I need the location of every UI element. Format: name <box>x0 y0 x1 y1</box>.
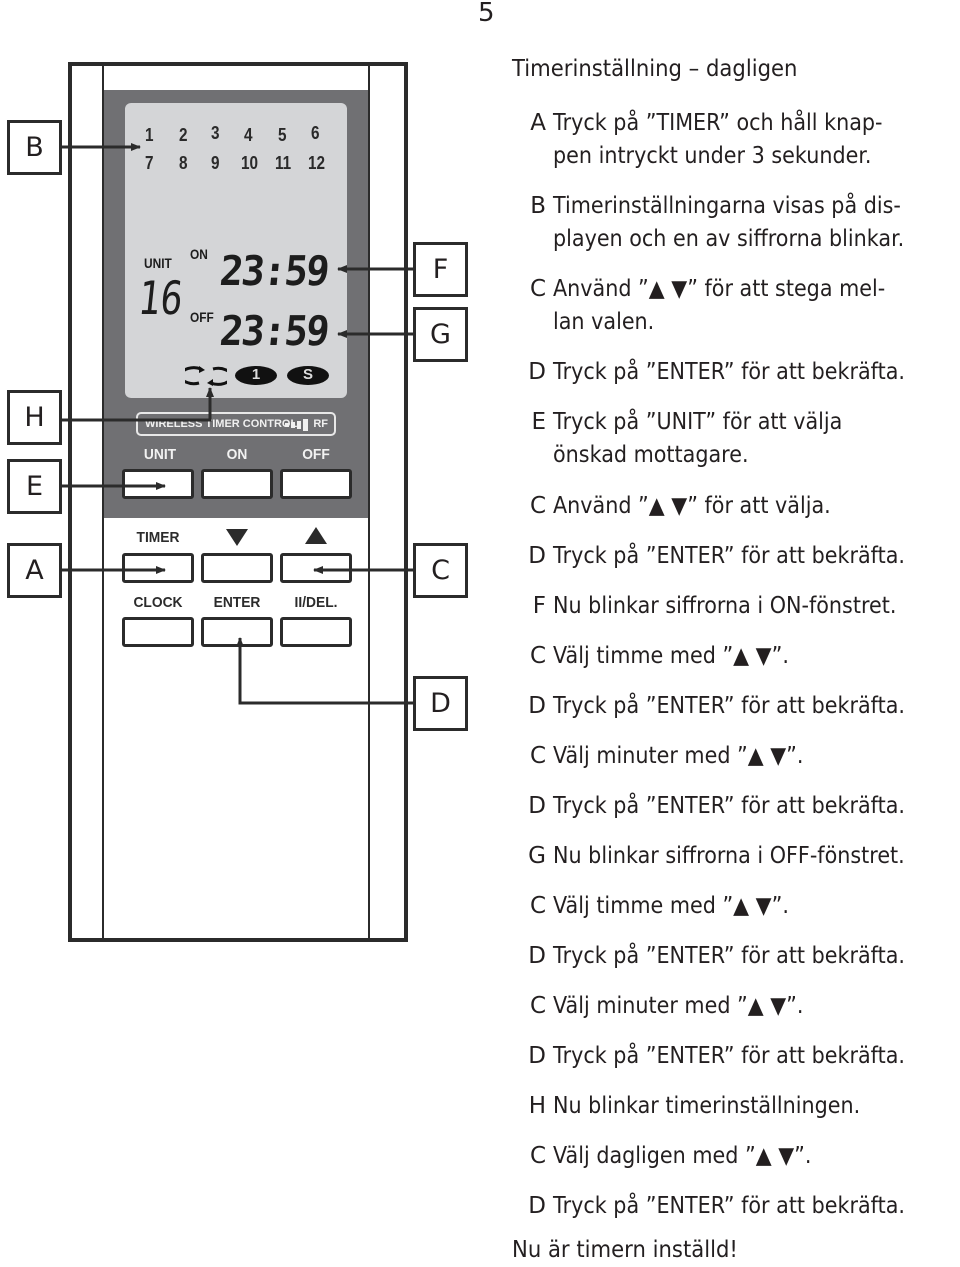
leader-d <box>236 637 414 705</box>
step-letter: C <box>529 276 546 302</box>
step-letter: C <box>529 743 546 769</box>
step-text: Nu blinkar siffrorna i ON-fönstret. <box>553 593 897 619</box>
leader-h <box>62 387 214 422</box>
callout-b: B <box>7 120 62 175</box>
step-letter: E <box>531 409 546 435</box>
step-text: Tryck på ”TIMER” och håll knap- <box>553 110 883 136</box>
callout-c: C <box>413 543 468 598</box>
step-text: Välj minuter med ”▲ ▼”. <box>553 993 804 1019</box>
step-letter: C <box>529 643 546 669</box>
step-text: Tryck på ”ENTER” för att bekräfta. <box>553 1043 905 1069</box>
step-text: Tryck på ”ENTER” för att bekräfta. <box>553 943 905 969</box>
step-text: Tryck på ”ENTER” för att bekräfta. <box>553 543 905 569</box>
callout-e: E <box>7 459 62 514</box>
callout-g: G <box>413 307 468 362</box>
step-text: Använd ”▲ ▼” för att välja. <box>553 493 831 519</box>
step-letter: D <box>528 693 546 719</box>
callout-f: F <box>413 242 468 297</box>
step-text: Nu blinkar siffrorna i OFF-fönstret. <box>553 843 905 869</box>
instructions-heading: Timerinställning – dagligen <box>512 56 798 82</box>
step-letter: C <box>529 493 546 519</box>
step-letter: F <box>532 593 546 619</box>
instructions-footer: Nu är timern inställd! <box>512 1237 738 1263</box>
callout-d: D <box>413 676 468 731</box>
step-letter: D <box>528 793 546 819</box>
step-letter: D <box>528 943 546 969</box>
step-letter: C <box>529 1143 546 1169</box>
callout-a: A <box>7 543 62 598</box>
step-letter: C <box>529 993 546 1019</box>
step-text: Nu blinkar timerinställningen. <box>553 1093 861 1119</box>
step-text: lan valen. <box>553 309 655 335</box>
step-text: pen intryckt under 3 sekunder. <box>553 143 872 169</box>
step-text: playen och en av siffrorna blinkar. <box>553 226 905 252</box>
step-text: Tryck på ”ENTER” för att bekräfta. <box>553 359 905 385</box>
step-text: Tryck på ”UNIT” för att välja <box>553 409 843 435</box>
step-text: Tryck på ”ENTER” för att bekräfta. <box>553 1193 905 1219</box>
step-text: Välj timme med ”▲ ▼”. <box>553 643 789 669</box>
step-text: önskad mottagare. <box>553 442 749 468</box>
step-letter: D <box>528 543 546 569</box>
step-text: Tryck på ”ENTER” för att bekräfta. <box>553 693 905 719</box>
step-letter: B <box>530 193 546 219</box>
step-letter: D <box>528 1193 546 1219</box>
step-text: Använd ”▲ ▼” för att stega mel- <box>553 276 886 302</box>
step-letter: D <box>528 359 546 385</box>
step-text: Välj dagligen med ”▲ ▼”. <box>553 1143 812 1169</box>
step-text: Tryck på ”ENTER” för att bekräfta. <box>553 793 905 819</box>
step-letter: A <box>530 110 546 136</box>
step-text: Välj timme med ”▲ ▼”. <box>553 893 789 919</box>
step-letter: G <box>528 843 546 869</box>
step-letter: C <box>529 893 546 919</box>
step-text: Välj minuter med ”▲ ▼”. <box>553 743 804 769</box>
step-text: Timerinställningarna visas på dis- <box>553 193 901 219</box>
step-letter: D <box>528 1043 546 1069</box>
callout-h: H <box>7 390 62 445</box>
step-letter: H <box>528 1093 546 1119</box>
